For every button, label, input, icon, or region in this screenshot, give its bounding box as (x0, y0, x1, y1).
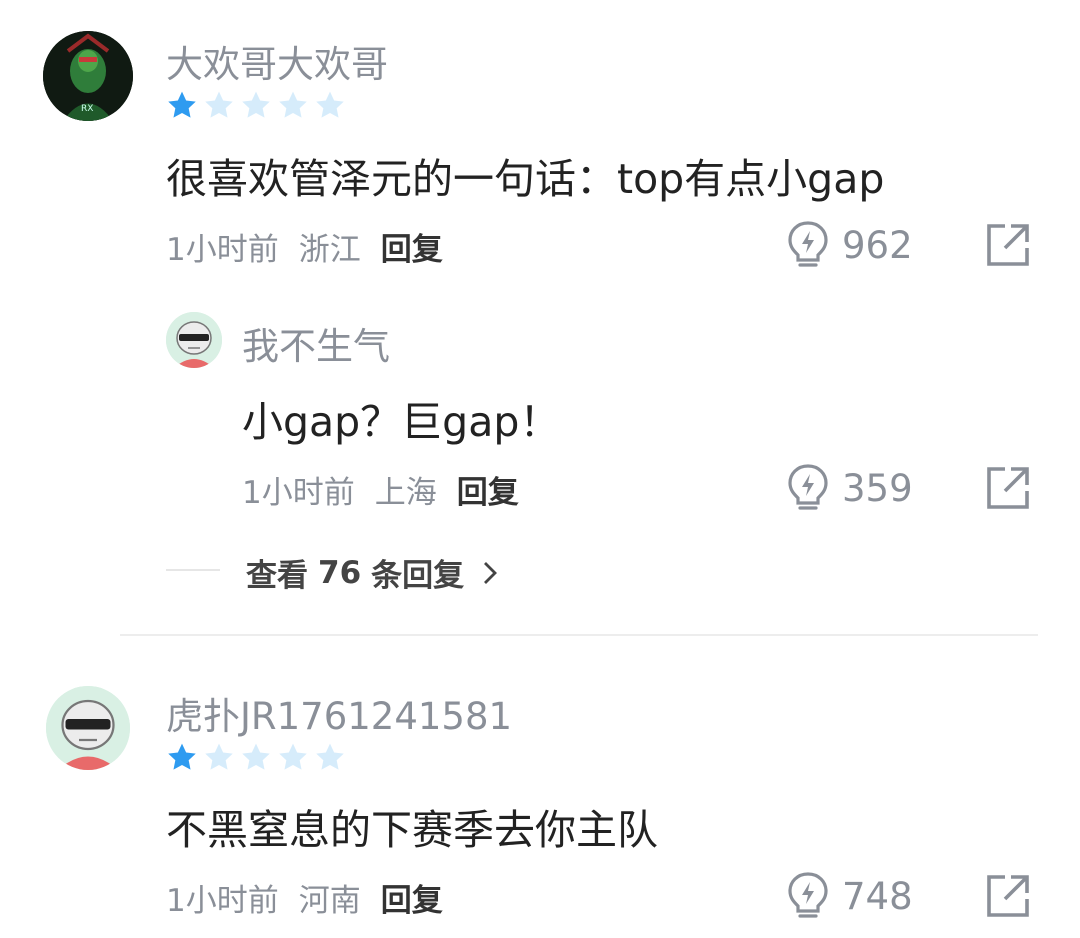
star-empty-icon (205, 743, 233, 770)
avatar[interactable] (46, 686, 130, 770)
comment-item: 虎扑JR1761241581 不黑窒息的下赛季去你主队 1小时前 河南 回复 748 (0, 0, 1080, 938)
reply-button[interactable]: 回复 (381, 883, 443, 919)
like-count: 748 (842, 874, 913, 918)
star-filled-icon (168, 743, 196, 770)
lightbulb-bolt-icon (788, 872, 828, 918)
comment-meta: 1小时前 河南 回复 (166, 875, 443, 920)
star-empty-icon (242, 743, 270, 770)
like-button[interactable]: 748 (786, 871, 913, 921)
sunglasses-avatar-icon (46, 686, 130, 770)
comment-text: 不黑窒息的下赛季去你主队 (166, 806, 658, 854)
share-icon[interactable] (985, 873, 1031, 919)
timestamp: 1小时前 (166, 883, 279, 919)
star-empty-icon (316, 743, 344, 770)
star-empty-icon (279, 743, 307, 770)
star-rating (166, 741, 346, 773)
username[interactable]: 虎扑JR1761241581 (166, 686, 512, 740)
location: 河南 (298, 883, 361, 919)
